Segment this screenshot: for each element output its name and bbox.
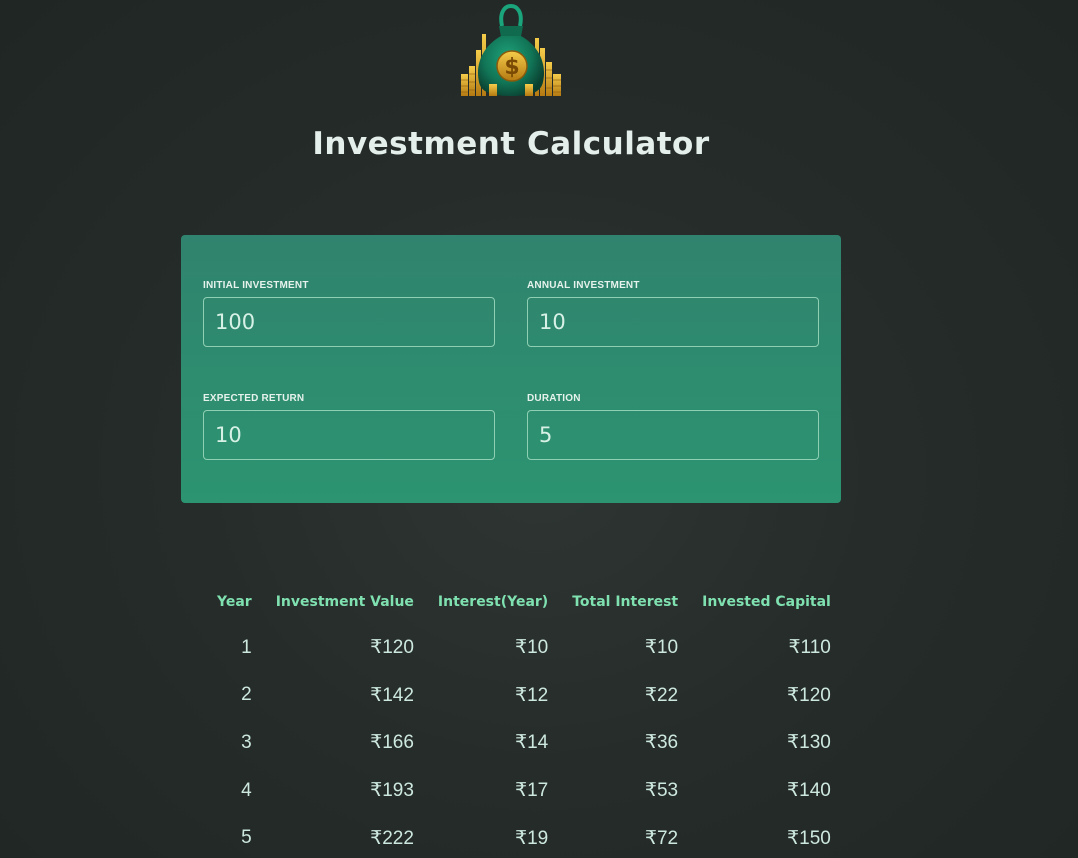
cell-invested-capital: ₹130	[787, 732, 831, 754]
cell-total-interest: ₹10	[644, 637, 679, 659]
svg-text:$: $	[504, 55, 519, 80]
cell-investment-value: ₹120	[370, 637, 414, 659]
cell-invested-capital: ₹150	[787, 827, 831, 849]
header-total-interest: Total Interest	[572, 594, 679, 610]
table-row: 2 ₹142 ₹12 ₹22 ₹120	[205, 672, 843, 720]
cell-investment-value: ₹142	[370, 684, 414, 706]
money-bag-icon: $	[461, 4, 561, 96]
header-year: Year	[217, 594, 252, 610]
table-row: 3 ₹166 ₹14 ₹36 ₹130	[205, 719, 843, 767]
cell-total-interest: ₹36	[644, 732, 679, 754]
annual-investment-label: Annual Investment	[527, 280, 640, 291]
initial-investment-field-group: Initial Investment	[203, 279, 495, 347]
table-row: 1 ₹120 ₹10 ₹10 ₹110	[205, 624, 843, 672]
header-investment-value: Investment Value	[275, 594, 414, 610]
table-row: 4 ₹193 ₹17 ₹53 ₹140	[205, 767, 843, 815]
cell-year: 2	[241, 684, 252, 706]
annual-investment-input[interactable]	[527, 297, 819, 347]
duration-field-group: Duration	[527, 392, 819, 460]
table-header-row: Year Investment Value Interest(Year) Tot…	[205, 580, 843, 624]
expected-return-input[interactable]	[203, 410, 495, 460]
cell-invested-capital: ₹140	[787, 780, 831, 802]
header-interest-year: Interest(Year)	[437, 594, 549, 610]
initial-investment-label: Initial Investment	[203, 280, 309, 291]
page-title: Investment Calculator	[312, 126, 710, 162]
cell-interest-year: ₹10	[514, 637, 549, 659]
cell-interest-year: ₹12	[514, 684, 549, 706]
cell-investment-value: ₹193	[370, 780, 414, 802]
cell-year: 3	[241, 731, 252, 753]
cell-total-interest: ₹22	[644, 684, 679, 706]
cell-investment-value: ₹166	[370, 732, 414, 754]
duration-label: Duration	[527, 393, 581, 404]
cell-invested-capital: ₹120	[787, 684, 831, 706]
expected-return-label: Expected Return	[203, 393, 305, 404]
table-row: 5 ₹222 ₹19 ₹72 ₹150	[205, 814, 843, 858]
cell-year: 5	[241, 827, 252, 849]
cell-interest-year: ₹19	[514, 827, 549, 849]
annual-investment-field-group: Annual Investment	[527, 279, 819, 347]
duration-input[interactable]	[527, 410, 819, 460]
results-table: Year Investment Value Interest(Year) Tot…	[205, 580, 843, 858]
initial-investment-input[interactable]	[203, 297, 495, 347]
cell-interest-year: ₹14	[514, 732, 549, 754]
cell-year: 1	[241, 636, 252, 658]
cell-year: 4	[241, 779, 252, 801]
input-panel: Initial Investment Annual Investment Exp…	[181, 235, 841, 503]
cell-investment-value: ₹222	[370, 827, 414, 849]
cell-total-interest: ₹53	[644, 780, 679, 802]
cell-invested-capital: ₹110	[788, 637, 831, 659]
cell-interest-year: ₹17	[514, 780, 549, 802]
cell-total-interest: ₹72	[644, 827, 679, 849]
expected-return-field-group: Expected Return	[203, 392, 495, 460]
header-invested-capital: Invested Capital	[702, 594, 831, 610]
